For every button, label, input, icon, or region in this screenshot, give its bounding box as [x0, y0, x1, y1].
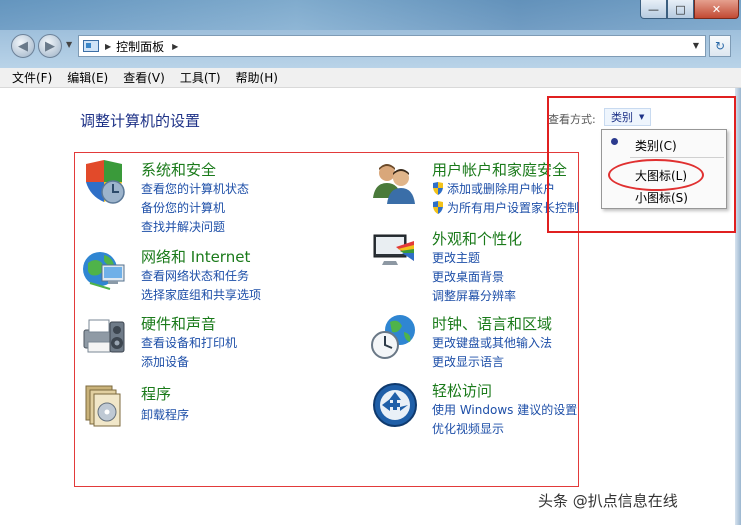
address-dropdown-icon[interactable]: ▼ [693, 41, 699, 50]
category-link[interactable]: 查看设备和打印机 [141, 334, 237, 351]
category-link[interactable]: 备份您的计算机 [141, 199, 225, 216]
appearance-icon[interactable] [370, 225, 418, 273]
back-arrow-icon: ◀ [18, 38, 28, 54]
menu-edit[interactable]: 编辑(E) [67, 69, 108, 86]
category-link-with-shield[interactable]: 添加或删除用户帐户 [432, 180, 555, 197]
category-title[interactable]: 时钟、语言和区域 [432, 313, 552, 334]
breadcrumb-control-panel[interactable]: 控制面板 [116, 38, 164, 55]
menu-view[interactable]: 查看(V) [123, 69, 165, 86]
category-link[interactable]: 更改桌面背景 [432, 268, 504, 285]
category-title[interactable]: 轻松访问 [432, 380, 492, 401]
menu-bar: 文件(F) 编辑(E) 查看(V) 工具(T) 帮助(H) [0, 68, 741, 88]
category-link[interactable]: 更改键盘或其他输入法 [432, 334, 552, 351]
category-link[interactable]: 更改主题 [432, 249, 480, 266]
forward-button[interactable]: ▶ [38, 34, 62, 58]
category-link[interactable]: 查看网络状态和任务 [141, 267, 249, 284]
maximize-button[interactable]: □ [667, 0, 694, 19]
annotation-view-box [547, 96, 736, 233]
control-panel-icon [83, 40, 99, 52]
watermark: 头条 @扒点信息在线 [532, 487, 732, 511]
user-accounts-icon[interactable] [370, 158, 418, 206]
recent-pages-dropdown[interactable]: ▼ [66, 40, 72, 49]
category-title[interactable]: 系统和安全 [141, 159, 216, 180]
network-globe-icon[interactable] [80, 245, 128, 293]
watermark-text: 头条 @扒点信息在线 [538, 492, 678, 510]
category-title[interactable]: 网络和 Internet [141, 246, 250, 267]
programs-icon[interactable] [80, 382, 128, 430]
ease-of-access-icon[interactable] [370, 380, 418, 428]
category-title[interactable]: 外观和个性化 [432, 228, 522, 249]
uac-shield-icon [433, 182, 443, 195]
forward-arrow-icon: ▶ [45, 38, 55, 54]
category-link[interactable]: 查找并解决问题 [141, 218, 225, 235]
category-link[interactable]: 添加设备 [141, 353, 189, 370]
category-link-text: 添加或删除用户帐户 [447, 182, 556, 196]
breadcrumb-chevron-icon[interactable]: ▶ [105, 42, 111, 51]
close-button[interactable]: ✕ [694, 0, 739, 19]
printer-hardware-icon[interactable] [80, 312, 128, 360]
address-bar[interactable]: ▶ 控制面板 ▶ ▼ [78, 35, 706, 57]
category-link[interactable]: 使用 Windows 建议的设置 [432, 401, 577, 418]
category-link[interactable]: 卸载程序 [141, 406, 189, 423]
window-controls: — □ ✕ [640, 0, 739, 21]
menu-help[interactable]: 帮助(H) [236, 69, 278, 86]
window-frame: — □ ✕ [0, 0, 741, 68]
category-title[interactable]: 程序 [141, 383, 171, 404]
minimize-button[interactable]: — [640, 0, 667, 19]
refresh-icon: ↻ [714, 39, 726, 53]
back-button[interactable]: ◀ [11, 34, 35, 58]
category-link[interactable]: 更改显示语言 [432, 353, 504, 370]
uac-shield-icon [433, 201, 443, 214]
breadcrumb-chevron-icon[interactable]: ▶ [172, 42, 178, 51]
refresh-button[interactable]: ↻ [709, 35, 731, 57]
category-link[interactable]: 调整屏幕分辨率 [432, 287, 516, 304]
category-link[interactable]: 优化视频显示 [432, 420, 504, 437]
system-security-icon[interactable] [80, 158, 128, 206]
category-title[interactable]: 硬件和声音 [141, 313, 216, 334]
category-link[interactable]: 选择家庭组和共享选项 [141, 286, 261, 303]
clock-language-icon[interactable] [370, 312, 418, 360]
title-bar [0, 0, 741, 30]
menu-file[interactable]: 文件(F) [12, 69, 52, 86]
menu-tools[interactable]: 工具(T) [180, 69, 221, 86]
category-link[interactable]: 查看您的计算机状态 [141, 180, 249, 197]
page-title: 调整计算机的设置 [80, 112, 201, 130]
